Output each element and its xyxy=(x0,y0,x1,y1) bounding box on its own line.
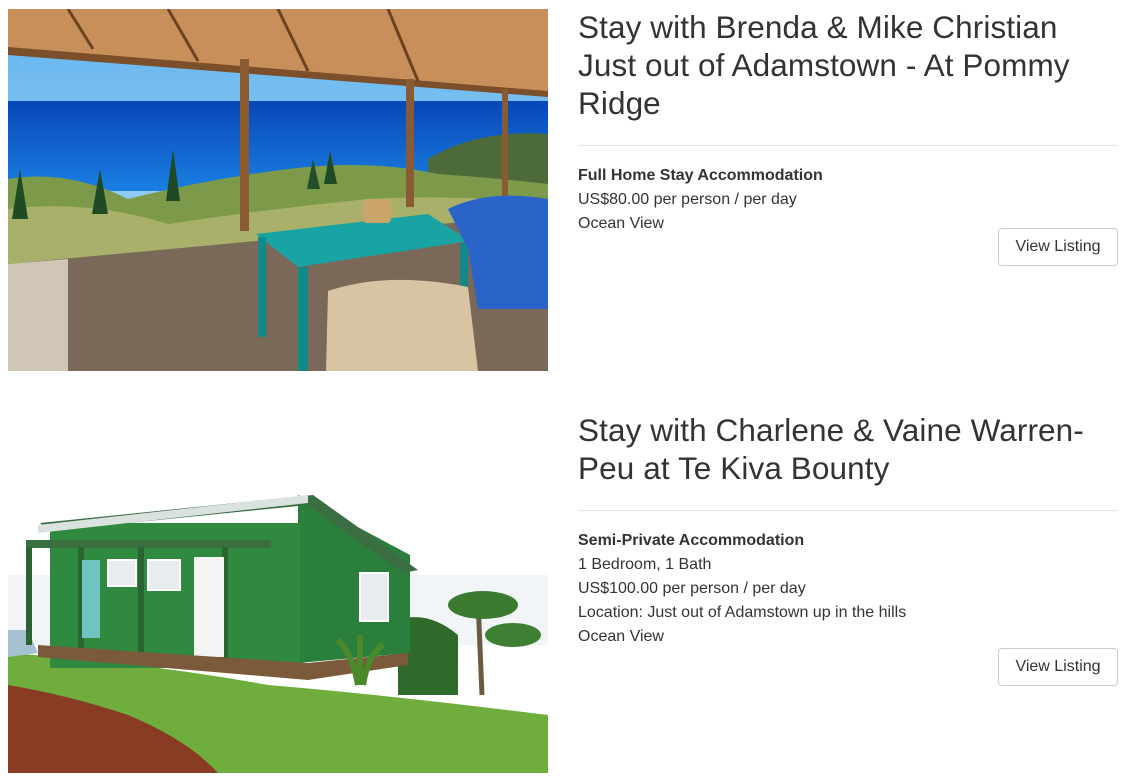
divider xyxy=(578,510,1118,511)
listing-title[interactable]: Stay with Charlene & Vaine Warren-Peu at… xyxy=(578,411,1118,487)
accommodation-type: Full Home Stay Accommodation xyxy=(578,167,823,184)
listing-details: Semi-Private Accommodation 1 Bedroom, 1 … xyxy=(578,529,1118,649)
green-house-photo-illustration xyxy=(8,395,548,773)
listing-title[interactable]: Stay with Brenda & Mike Christian Just o… xyxy=(578,8,1118,122)
listing-details: Full Home Stay Accommodation US$80.00 pe… xyxy=(578,164,1118,236)
price-text: US$100.00 per person / per day xyxy=(578,580,806,597)
listing-info: Stay with Charlene & Vaine Warren-Peu at… xyxy=(578,411,1118,649)
listing-card: Stay with Charlene & Vaine Warren-Peu at… xyxy=(0,395,1136,779)
location-text: Location: Just out of Adamstown up in th… xyxy=(578,604,907,621)
listing-photo-green-house[interactable] xyxy=(8,395,548,773)
view-text: Ocean View xyxy=(578,628,664,645)
rooms-text: 1 Bedroom, 1 Bath xyxy=(578,556,712,573)
listing-info: Stay with Brenda & Mike Christian Just o… xyxy=(578,8,1118,236)
listing-photo-veranda-ocean-view[interactable] xyxy=(8,9,548,371)
divider xyxy=(578,145,1118,146)
veranda-photo-illustration xyxy=(8,9,548,371)
price-text: US$80.00 per person / per day xyxy=(578,191,797,208)
accommodation-type: Semi-Private Accommodation xyxy=(578,532,805,549)
view-listing-button[interactable]: View Listing xyxy=(998,228,1118,266)
view-listing-button[interactable]: View Listing xyxy=(998,648,1118,686)
listing-card: Stay with Brenda & Mike Christian Just o… xyxy=(0,0,1136,380)
